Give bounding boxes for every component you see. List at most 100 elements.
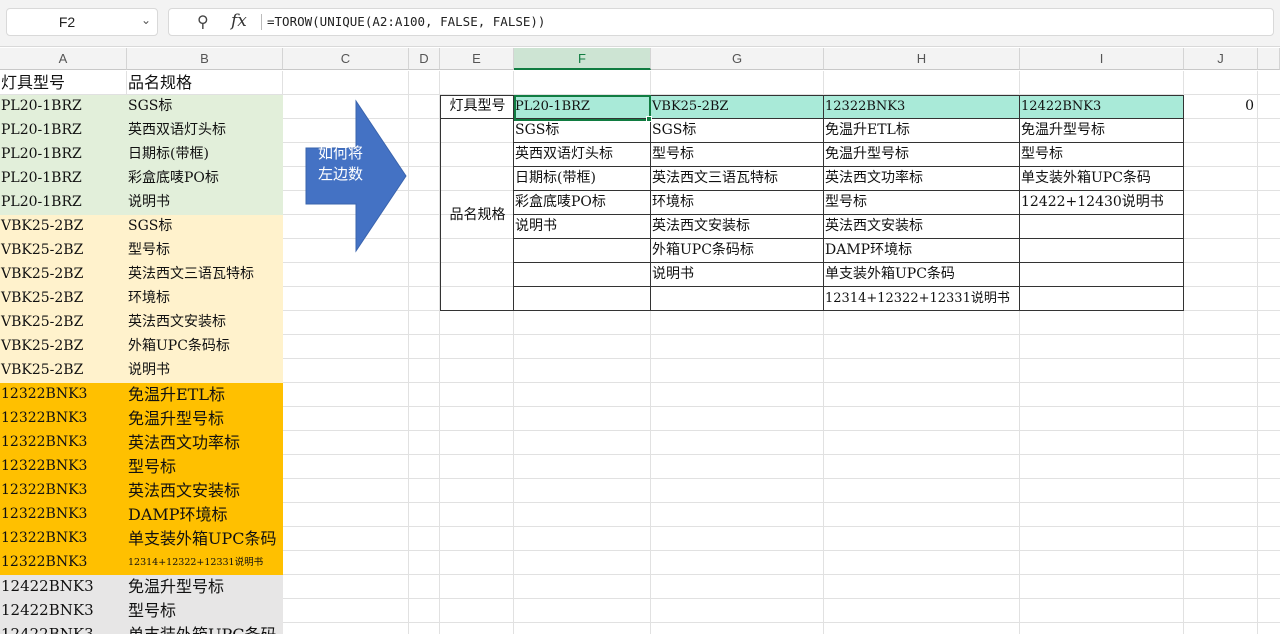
spec-cell[interactable]: 日期标(带框) [127,143,283,167]
model-cell[interactable]: VBK25-2BZ [0,311,127,335]
spec-cell[interactable]: 英法西文安装标 [127,479,283,503]
spec-cell[interactable]: 英法西文安装标 [127,311,283,335]
header-model[interactable]: 灯具型号 [0,71,127,95]
result-spec[interactable]: 12422+12430说明书 [1020,191,1184,215]
result-model[interactable]: 12422BNK3 [1020,95,1184,119]
column-header-d[interactable]: D [409,48,440,70]
spec-cell[interactable]: 说明书 [127,191,283,215]
result-spec[interactable]: 外箱UPC条码标 [651,239,824,263]
result-spec[interactable]: 免温升型号标 [824,143,1020,167]
model-cell[interactable]: PL20-1BRZ [0,143,127,167]
spec-cell[interactable]: 免温升型号标 [127,407,283,431]
result-model-label[interactable]: 灯具型号 [440,95,514,119]
model-cell[interactable]: 12422BNK3 [0,599,127,623]
spec-cell[interactable]: 英西双语灯头标 [127,119,283,143]
result-spec[interactable]: 型号标 [651,143,824,167]
model-cell[interactable]: PL20-1BRZ [0,191,127,215]
column-header-g[interactable]: G [651,48,824,70]
result-spec[interactable]: 单支装外箱UPC条码 [824,263,1020,287]
fill-handle[interactable] [646,116,652,122]
model-cell[interactable]: VBK25-2BZ [0,335,127,359]
result-spec[interactable]: 免温升ETL标 [824,119,1020,143]
result-spec[interactable]: 型号标 [1020,143,1184,167]
fx-icon[interactable]: fx [231,11,247,31]
result-spec[interactable] [1020,287,1184,311]
model-cell[interactable]: VBK25-2BZ [0,263,127,287]
result-spec[interactable]: 型号标 [824,191,1020,215]
name-box[interactable]: F2 ⌄ [6,8,158,36]
result-spec[interactable]: 免温升型号标 [1020,119,1184,143]
column-header-i[interactable]: I [1020,48,1184,70]
formula-input[interactable]: ⚲ fx =TOROW(UNIQUE(A2:A100, FALSE, FALSE… [168,8,1274,36]
model-cell[interactable]: 12322BNK3 [0,431,127,455]
result-spec[interactable] [514,239,651,263]
model-cell[interactable]: 12422BNK3 [0,575,127,599]
result-spec[interactable]: DAMP环境标 [824,239,1020,263]
spec-cell[interactable]: 型号标 [127,239,283,263]
model-cell[interactable]: 12322BNK3 [0,455,127,479]
spec-cell[interactable]: 免温升型号标 [127,575,283,599]
spec-cell[interactable]: 型号标 [127,599,283,623]
model-cell[interactable]: 12322BNK3 [0,527,127,551]
selected-cell-F2[interactable] [514,95,651,121]
column-header-a[interactable]: A [0,48,127,70]
result-spec[interactable]: 英西双语灯头标 [514,143,651,167]
model-cell[interactable]: VBK25-2BZ [0,215,127,239]
model-cell[interactable]: PL20-1BRZ [0,95,127,119]
result-spec[interactable]: 日期标(带框) [514,167,651,191]
result-spec-label[interactable]: 品名规格 [440,119,514,311]
spec-cell[interactable]: 型号标 [127,455,283,479]
result-spec[interactable]: 环境标 [651,191,824,215]
result-model[interactable]: 12322BNK3 [824,95,1020,119]
formula-text[interactable]: =TOROW(UNIQUE(A2:A100, FALSE, FALSE)) [267,14,545,29]
result-spec[interactable] [514,263,651,287]
model-cell[interactable]: 12322BNK3 [0,383,127,407]
spec-cell[interactable]: 说明书 [127,359,283,383]
result-spec[interactable]: 说明书 [514,215,651,239]
result-spec[interactable]: 英法西文安装标 [824,215,1020,239]
spec-cell[interactable]: 英法西文三语瓦特标 [127,263,283,287]
model-cell[interactable]: 12322BNK3 [0,407,127,431]
result-spec[interactable] [514,287,651,311]
spec-cell[interactable]: DAMP环境标 [127,503,283,527]
result-spec[interactable]: SGS标 [651,119,824,143]
spec-cell[interactable]: 彩盒底唛PO标 [127,167,283,191]
model-cell[interactable]: VBK25-2BZ [0,287,127,311]
spreadsheet-grid[interactable]: 灯具型号 品名规格 PL20-1BRZ SGS标 PL20-1BRZ 英西双语灯头标 PL2… [0,71,1280,634]
result-spec[interactable] [651,287,824,311]
spec-cell[interactable]: 英法西文功率标 [127,431,283,455]
header-spec[interactable]: 品名规格 [127,71,283,95]
result-spec[interactable]: SGS标 [514,119,651,143]
spec-cell[interactable]: 免温升ETL标 [127,383,283,407]
spec-cell[interactable]: 单支装外箱UPC条码 [127,623,283,634]
column-header-b[interactable]: B [127,48,283,70]
column-header-c[interactable]: C [283,48,409,70]
result-spec[interactable]: 英法西文功率标 [824,167,1020,191]
model-cell[interactable]: PL20-1BRZ [0,167,127,191]
column-header-h[interactable]: H [824,48,1020,70]
model-cell[interactable]: 12422BNK3 [0,623,127,634]
column-header-e[interactable]: E [440,48,514,70]
spec-cell[interactable]: 12314+12322+12331说明书 [127,551,283,575]
result-spec[interactable] [1020,263,1184,287]
cell-J2[interactable]: 0 [1184,95,1258,119]
result-spec[interactable]: 彩盒底唛PO标 [514,191,651,215]
result-spec[interactable] [1020,215,1184,239]
result-spec[interactable]: 英法西文三语瓦特标 [651,167,824,191]
model-cell[interactable]: 12322BNK3 [0,551,127,575]
result-spec[interactable] [1020,239,1184,263]
spec-cell[interactable]: 外箱UPC条码标 [127,335,283,359]
chevron-down-icon[interactable]: ⌄ [141,13,151,27]
result-spec[interactable]: 单支装外箱UPC条码 [1020,167,1184,191]
spec-cell[interactable]: 环境标 [127,287,283,311]
spec-cell[interactable]: 单支装外箱UPC条码 [127,527,283,551]
column-header-f[interactable]: F [514,48,651,70]
model-cell[interactable]: VBK25-2BZ [0,359,127,383]
spec-cell[interactable]: SGS标 [127,95,283,119]
result-spec[interactable]: 说明书 [651,263,824,287]
result-spec[interactable]: 12314+12322+12331说明书 [824,287,1020,311]
model-cell[interactable]: 12322BNK3 [0,479,127,503]
result-model[interactable]: VBK25-2BZ [651,95,824,119]
result-spec[interactable]: 英法西文安装标 [651,215,824,239]
model-cell[interactable]: 12322BNK3 [0,503,127,527]
